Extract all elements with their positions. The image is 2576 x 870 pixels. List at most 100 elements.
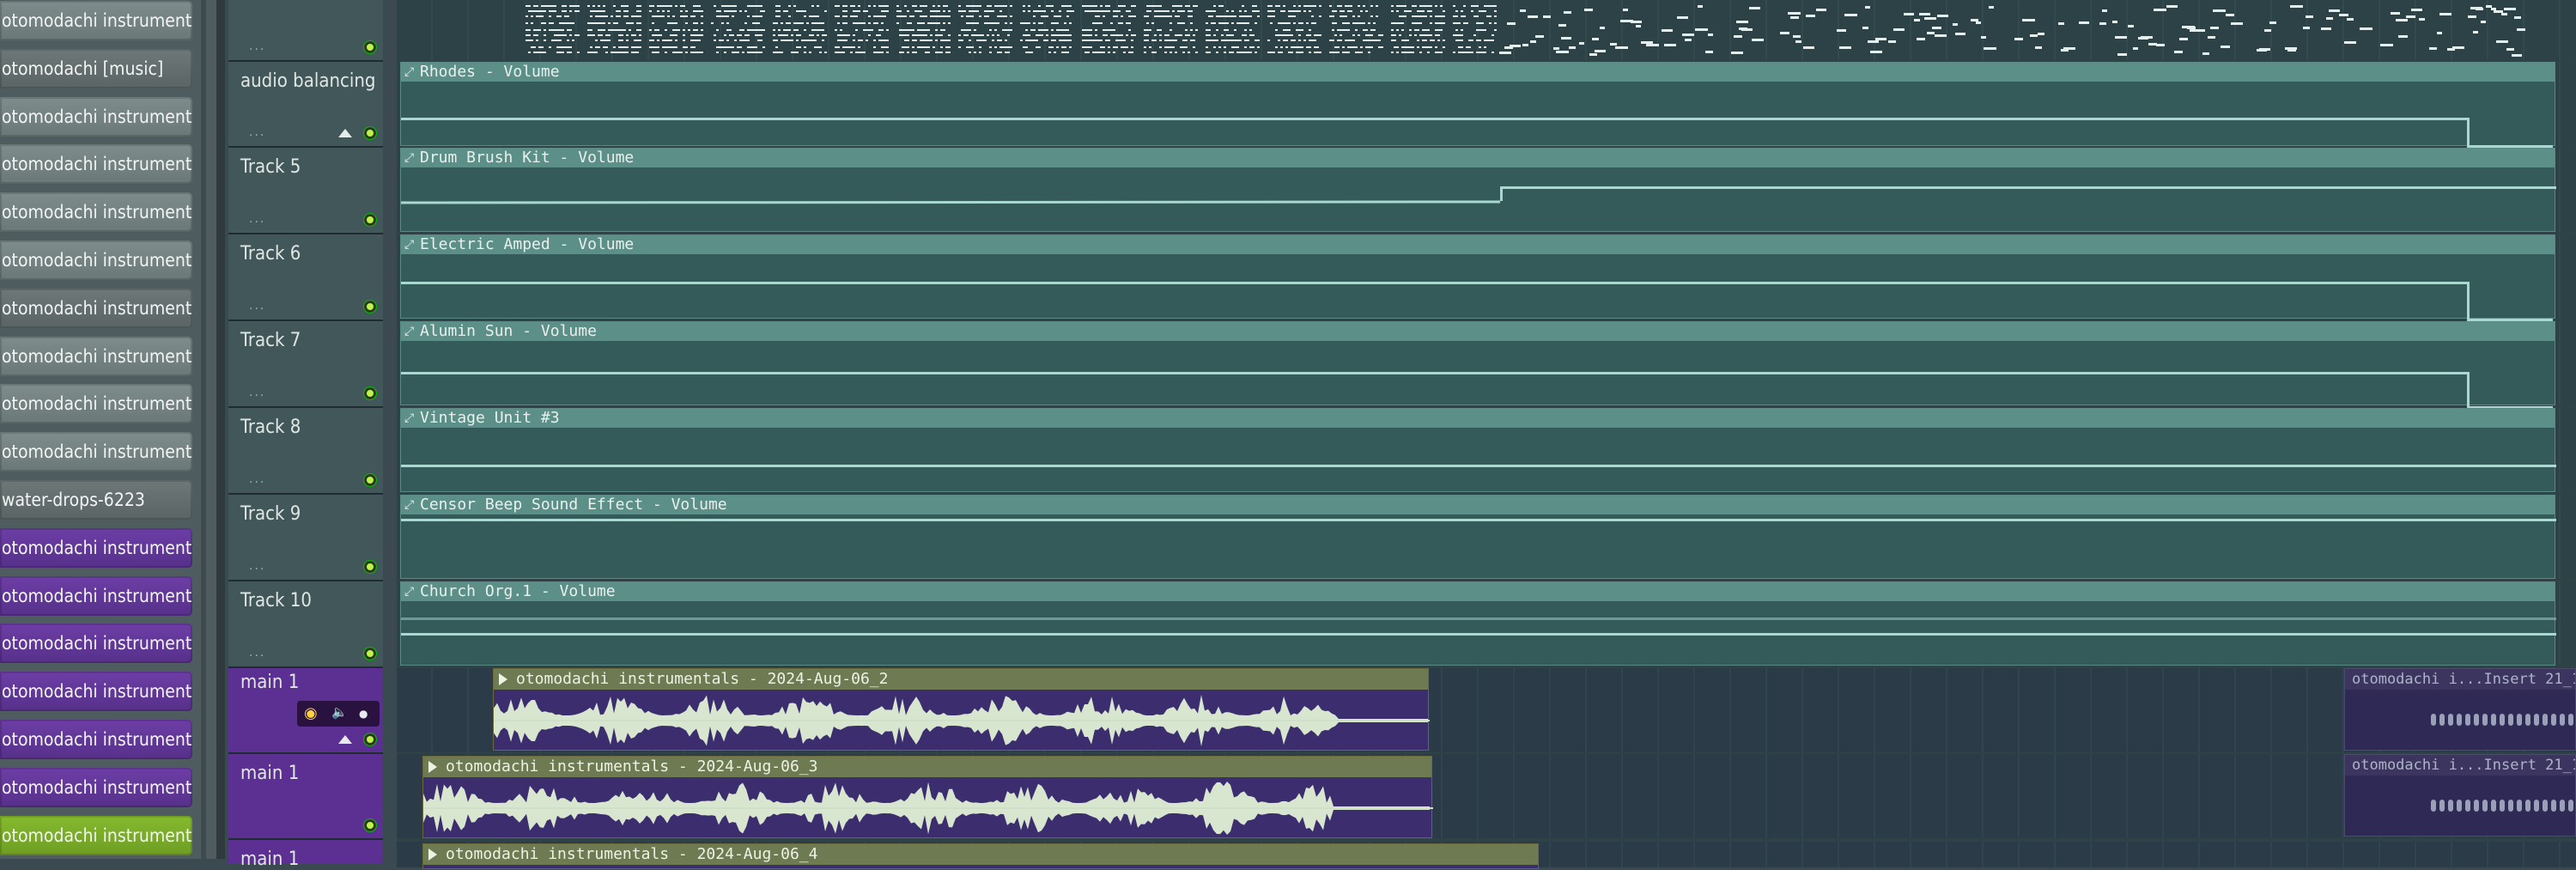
automation-clip-label[interactable]: Censor Beep Sound Effect - Volume (401, 496, 2555, 514)
automation-lane[interactable]: Electric Amped - Volume ⤢ (397, 234, 2576, 321)
track-enable-led-icon[interactable] (364, 648, 376, 660)
muted-clip-label[interactable]: otomodachi i...Insert 21_15 (2345, 755, 2575, 776)
browser-item[interactable]: otomodachi instrumental... (0, 815, 192, 855)
track-header[interactable]: Track 8... (228, 406, 383, 493)
automation-clip[interactable]: Censor Beep Sound Effect - Volume ⤢ (400, 495, 2556, 579)
browser-item[interactable]: otomodachi instrumental... (0, 96, 192, 137)
speaker-icon[interactable]: 🔈 (331, 704, 348, 720)
automation-clip[interactable]: Drum Brush Kit - Volume ⤢ (400, 148, 2556, 232)
browser-item[interactable]: otomodachi instrumental... (0, 720, 192, 759)
audio-clip-label[interactable]: otomodachi instrumentals - 2024-Aug-06_2 (494, 669, 1428, 690)
browser-item[interactable]: otomodachi instrumental... (0, 384, 192, 424)
track-header[interactable]: main 1 ◉ 🔈 ● (228, 666, 383, 752)
automation-clip-label[interactable]: Church Org.1 - Volume (401, 582, 2555, 601)
automation-clip[interactable]: Rhodes - Volume ⤢ (400, 62, 2555, 148)
pattern-lane[interactable] (397, 0, 2576, 60)
track-more-dots[interactable]: ... (249, 125, 265, 139)
track-more-dots[interactable]: ... (249, 40, 265, 53)
automation-lane[interactable]: Rhodes - Volume ⤢ (397, 62, 2576, 148)
browser-item[interactable]: otomodachi instrumental... (0, 192, 192, 233)
automation-lane[interactable]: Alumin Sun - Volume ⤢ (397, 321, 2576, 409)
automation-curve (401, 372, 2467, 374)
muted-audio-clip[interactable]: otomodachi i...Insert 21_15 (2344, 754, 2576, 837)
audio-clip[interactable]: otomodachi instrumentals - 2024-Aug-06_2 (493, 668, 1430, 751)
browser-item[interactable]: otomodachi instrumental... (0, 672, 192, 712)
automation-curve (400, 200, 1501, 204)
track-enable-led-icon[interactable] (364, 733, 376, 745)
automation-curve (401, 519, 2556, 521)
track-enable-led-icon[interactable] (364, 387, 376, 399)
panel-separator (216, 0, 225, 859)
waveform (2431, 800, 2573, 812)
track-name: Track 10 (240, 590, 312, 611)
play-arrow-icon (428, 761, 437, 773)
track-more-dots[interactable]: ... (249, 646, 265, 660)
audio-clip-label[interactable]: otomodachi instrumentals - 2024-Aug-06_3 (423, 757, 1431, 777)
automation-lane[interactable]: Censor Beep Sound Effect - Volume ⤢ (397, 495, 2576, 579)
automation-icon: ⤢ (404, 325, 415, 338)
automation-icon: ⤢ (404, 585, 415, 599)
browser-item[interactable]: otomodachi instrumental... (0, 624, 192, 664)
browser-item[interactable]: otomodachi instrumental... (0, 432, 192, 472)
automation-clip-label[interactable]: Drum Brush Kit - Volume (401, 149, 2555, 167)
browser-item[interactable]: otomodachi instrumental... (0, 1, 192, 40)
automation-curve (2467, 372, 2470, 406)
track-controls[interactable]: ◉ 🔈 ● (297, 701, 380, 727)
automation-clip-label[interactable]: Electric Amped - Volume (401, 235, 2555, 254)
track-enable-led-icon[interactable] (364, 819, 376, 831)
browser-item[interactable]: otomodachi instrumental... (0, 575, 192, 616)
track-header[interactable]: Track 5... (228, 146, 383, 233)
automation-curve (401, 282, 2467, 284)
automation-clip[interactable]: Alumin Sun - Volume ⤢ (400, 321, 2555, 409)
browser-item[interactable]: otomodachi instrumental... (0, 144, 192, 185)
track-header[interactable]: main 1 (228, 838, 383, 870)
track-header[interactable]: Track 7... (228, 319, 383, 406)
browser-item[interactable]: otomodachi instrumental... (0, 767, 192, 807)
track-name: main 1 (240, 849, 300, 870)
muted-audio-clip[interactable]: otomodachi i...Insert 21_14 (2344, 668, 2576, 751)
browser-divider[interactable] (201, 0, 206, 859)
track-enable-led-icon[interactable] (364, 301, 376, 313)
automation-clip-label[interactable]: Vintage Unit #3 (401, 409, 2555, 428)
track-enable-led-icon[interactable] (364, 474, 376, 486)
track-header[interactable]: main 1 (228, 752, 383, 838)
audio-clip-label[interactable]: otomodachi instrumentals - 2024-Aug-06_4 (423, 844, 1538, 865)
audio-clip[interactable]: otomodachi instrumentals - 2024-Aug-06_3 (422, 756, 1433, 838)
record-icon[interactable]: ◉ (304, 704, 318, 722)
track-more-dots[interactable]: ... (249, 212, 265, 226)
dot-icon[interactable]: ● (359, 708, 368, 720)
browser-item[interactable]: otomodachi instrumental... (0, 527, 192, 568)
track-name: main 1 (240, 763, 300, 784)
automation-clip-label[interactable]: Alumin Sun - Volume (401, 322, 2555, 341)
track-more-dots[interactable]: ... (249, 472, 265, 486)
browser-item[interactable]: otomodachi instrumental... (0, 240, 192, 280)
track-header[interactable]: Track 6... (228, 233, 383, 319)
automation-clip[interactable]: Vintage Unit #3 ⤢ (400, 408, 2556, 492)
browser-item[interactable]: water-drops-6223 (0, 480, 192, 520)
track-enable-led-icon[interactable] (364, 561, 376, 573)
track-header[interactable]: audio balancing... (228, 60, 383, 146)
browser-item[interactable]: otomodachi instrumental... (0, 336, 192, 376)
automation-lane[interactable]: Church Org.1 - Volume ⤢ (397, 581, 2576, 666)
track-more-dots[interactable]: ... (249, 386, 265, 399)
track-enable-led-icon[interactable] (364, 127, 376, 139)
browser-item[interactable]: otomodachi [music] (0, 48, 192, 88)
audio-clip[interactable]: otomodachi instrumentals - 2024-Aug-06_4 (422, 843, 1539, 869)
automation-clip[interactable]: Church Org.1 - Volume ⤢ (400, 581, 2556, 666)
automation-lane[interactable]: Vintage Unit #3 ⤢ (397, 408, 2576, 492)
pattern-notes (526, 5, 2525, 57)
muted-clip-label[interactable]: otomodachi i...Insert 21_14 (2345, 669, 2575, 690)
automation-clip-label[interactable]: Rhodes - Volume (401, 63, 2555, 82)
track-header[interactable]: ... (228, 0, 383, 60)
collapse-arrow-icon[interactable] (338, 735, 352, 744)
browser-item[interactable]: otomodachi instrumental... (0, 288, 192, 328)
track-enable-led-icon[interactable] (364, 214, 376, 226)
collapse-arrow-icon[interactable] (338, 129, 352, 137)
track-more-dots[interactable]: ... (249, 559, 265, 573)
track-enable-led-icon[interactable] (364, 41, 376, 53)
automation-clip[interactable]: Electric Amped - Volume ⤢ (400, 234, 2555, 321)
track-more-dots[interactable]: ... (249, 299, 265, 313)
track-header[interactable]: Track 9... (228, 493, 383, 580)
automation-lane[interactable]: Drum Brush Kit - Volume ⤢ (397, 148, 2576, 232)
track-header[interactable]: Track 10... (228, 580, 383, 666)
